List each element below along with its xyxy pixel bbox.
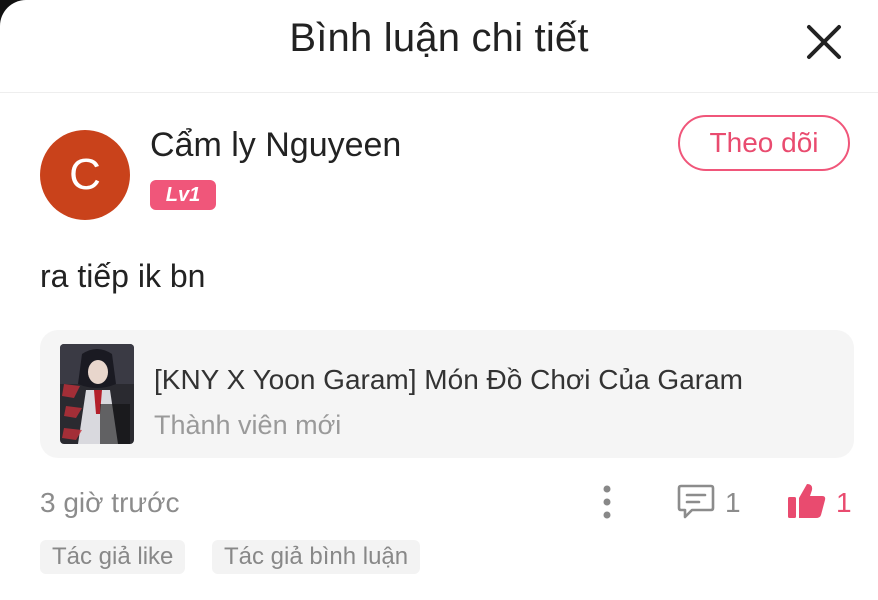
page-title: Bình luận chi tiết — [289, 16, 589, 60]
level-badge: Lv1 — [150, 180, 216, 210]
author-name[interactable]: Cẩm ly Nguyeen — [150, 126, 401, 165]
close-icon — [807, 25, 841, 59]
story-cover-image — [60, 344, 134, 444]
thumbs-up-icon — [788, 484, 826, 518]
reply-count: 1 — [725, 487, 741, 518]
sheet-header: Bình luận chi tiết — [0, 0, 878, 93]
story-title: [KNY X Yoon Garam] Món Đồ Chơi Của Garam — [154, 364, 743, 395]
comment-timestamp: 3 giờ trước — [40, 487, 180, 518]
comment-text: ra tiếp ik bn — [40, 258, 206, 294]
comment-icon — [677, 484, 715, 519]
more-vertical-icon — [603, 485, 611, 519]
avatar[interactable]: C — [40, 130, 130, 220]
story-card[interactable]: [KNY X Yoon Garam] Món Đồ Chơi Của Garam… — [40, 330, 854, 458]
like-count: 1 — [836, 487, 852, 518]
reply-button[interactable]: 1 — [676, 482, 746, 522]
more-options-button[interactable] — [596, 484, 618, 520]
tag-author-liked: Tác giả like — [40, 540, 186, 574]
story-subtitle: Thành viên mới — [154, 410, 342, 440]
tag-author-commented: Tác giả bình luận — [212, 540, 421, 574]
follow-button[interactable]: Theo dõi — [678, 115, 850, 171]
close-button[interactable] — [800, 18, 848, 66]
comment-detail-sheet: Bình luận chi tiết C Cẩm ly Nguyeen Lv1 … — [0, 0, 878, 600]
like-button[interactable]: 1 — [786, 480, 856, 524]
